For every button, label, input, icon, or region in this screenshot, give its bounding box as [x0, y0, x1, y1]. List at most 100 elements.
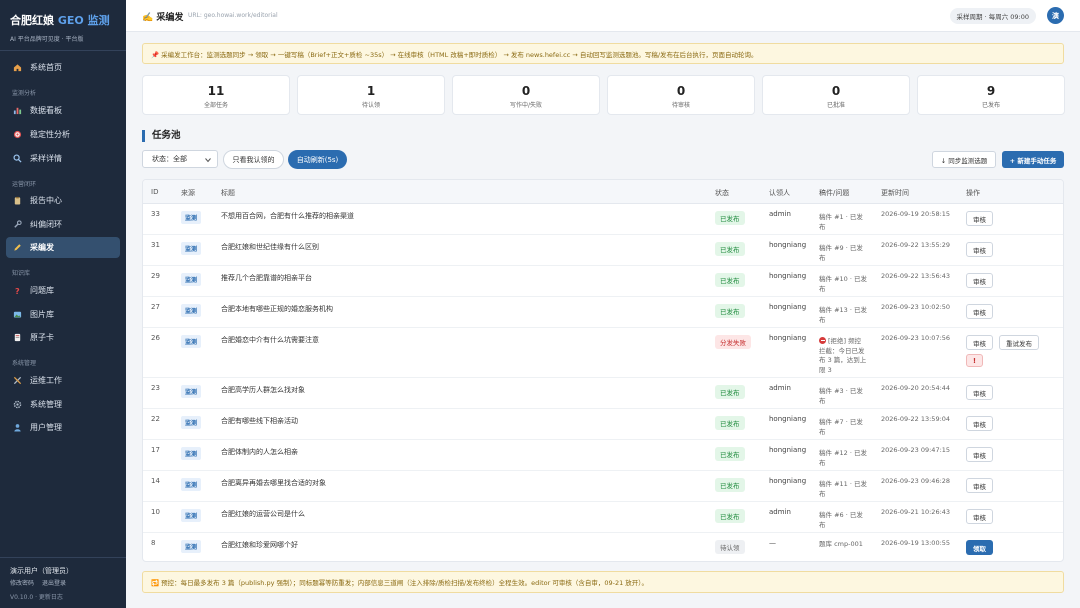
- row-draft: 稿件 #9 · 已发布: [819, 244, 863, 262]
- current-user-name: 演示用户（管理员）: [10, 567, 73, 575]
- change-password-link[interactable]: 修改密码: [10, 580, 34, 587]
- row-updated: 2026-09-22 13:55:29: [881, 241, 951, 249]
- stop-icon: [819, 336, 826, 344]
- source-badge: 监测: [181, 385, 202, 398]
- row-title[interactable]: 合肥有哪些线下相亲活动: [221, 416, 298, 426]
- row-title[interactable]: 合肥高学历人群怎么找对象: [221, 385, 305, 395]
- question-icon: ?: [13, 286, 22, 295]
- review-button[interactable]: 审核: [966, 304, 993, 319]
- row-updated: 2026-09-23 10:02:50: [881, 303, 951, 311]
- nav-section-ops: 运营闭环: [12, 181, 37, 188]
- brand-main: 合肥红娘: [10, 14, 54, 27]
- version-label[interactable]: V0.10.0 · 更新日志: [10, 592, 63, 601]
- col-status: 状态: [715, 189, 729, 197]
- source-badge: 监测: [181, 242, 202, 255]
- nav-section-monitor: 监测分析: [12, 90, 37, 97]
- row-title[interactable]: 合肥婚恋中介有什么坑需要注意: [221, 335, 319, 345]
- row-title[interactable]: 合肥红娘和世纪佳缘有什么区别: [221, 242, 319, 252]
- sidebar-item-label: 运维工作: [30, 376, 62, 385]
- auto-refresh-button[interactable]: 自动刷新(5s): [288, 150, 347, 169]
- status-badge: 已发布: [715, 509, 745, 523]
- claim-button[interactable]: 领取: [966, 540, 993, 555]
- stat-card-review: 0 待审核: [607, 75, 755, 115]
- row-title[interactable]: 合肥体制内的人怎么相亲: [221, 447, 298, 457]
- search-icon: [13, 154, 22, 163]
- col-id: ID: [151, 188, 159, 196]
- stat-value: 11: [207, 84, 225, 98]
- stat-card-total: 11 全部任务: [142, 75, 290, 115]
- source-badge: 监测: [181, 273, 202, 286]
- sidebar-item-home[interactable]: 系统首页: [6, 57, 120, 78]
- row-id: 26: [151, 334, 160, 342]
- row-title[interactable]: 不想用百合网，合肥有什么推荐的相亲渠道: [221, 211, 354, 221]
- review-button[interactable]: 审核: [966, 416, 993, 431]
- sidebar-item-editorial[interactable]: 采编发: [6, 237, 120, 258]
- sidebar-item-ops-work[interactable]: 运维工作: [6, 370, 120, 391]
- wrench-icon: [13, 220, 22, 229]
- review-button[interactable]: 审核: [966, 478, 993, 493]
- row-title[interactable]: 合肥红娘和珍爱网哪个好: [221, 540, 298, 550]
- row-draft: 稿件 #1 · 已发布: [819, 213, 863, 231]
- review-button[interactable]: 审核: [966, 509, 993, 524]
- stat-label: 已发布: [981, 102, 1000, 109]
- review-button[interactable]: 审核: [966, 385, 993, 400]
- row-title[interactable]: 合肥离异再婚去哪里找合适的对象: [221, 478, 326, 488]
- table-row: 27 监测 合肥本地有哪些正规的婚恋服务机构 已发布 hongniang 稿件 …: [143, 297, 1063, 328]
- sidebar-item-images[interactable]: 图片库: [6, 304, 120, 325]
- sidebar-item-correction[interactable]: 纠偏闭环: [6, 214, 120, 235]
- sidebar-item-system[interactable]: 系统管理: [6, 394, 120, 415]
- row-reject-reason: [拒绝] 频控拦截：今日已发布 3 篇，达到上限 3: [819, 336, 867, 375]
- sidebar-item-label: 纠偏闭环: [30, 220, 62, 229]
- new-task-button[interactable]: + 新建手动任务: [1002, 151, 1064, 168]
- sidebar-item-samples[interactable]: 采样详情: [6, 148, 120, 169]
- row-draft: 稿件 #12 · 已发布: [819, 449, 867, 467]
- stat-card-approved: 0 已批准: [762, 75, 910, 115]
- sidebar-item-users[interactable]: 用户管理: [6, 417, 120, 438]
- sidebar-item-reports[interactable]: 报告中心: [6, 190, 120, 211]
- row-id: 29: [151, 272, 160, 280]
- stat-value: 0: [521, 84, 531, 98]
- row-updated: 2026-09-23 09:47:15: [881, 446, 951, 454]
- row-draft: 稿件 #3 · 已发布: [819, 387, 863, 405]
- row-claimer: admin: [769, 210, 791, 218]
- review-button[interactable]: 审核: [966, 242, 993, 257]
- review-button[interactable]: 审核: [966, 335, 993, 350]
- row-id: 27: [151, 303, 160, 311]
- col-actions: 操作: [966, 189, 980, 197]
- row-draft: 稿件 #11 · 已发布: [819, 480, 867, 498]
- avatar[interactable]: 演: [1047, 7, 1064, 24]
- reject-reason-text: [拒绝] 频控拦截：今日已发布 3 篇，达到上限 3: [819, 337, 867, 374]
- target-icon: [13, 130, 22, 139]
- source-badge: 监测: [181, 509, 202, 522]
- row-title[interactable]: 合肥本地有哪些正规的婚恋服务机构: [221, 304, 333, 314]
- status-badge: 已发布: [715, 304, 745, 318]
- brand-logo[interactable]: 合肥红娘 GEO 监测: [10, 12, 110, 28]
- review-button[interactable]: 审核: [966, 273, 993, 288]
- table-row: 8 监测 合肥红娘和珍爱网哪个好 待认领 — 题库 cmp-001 2026-0…: [143, 533, 1063, 561]
- section-title: 任务池: [142, 130, 181, 142]
- sidebar-item-atom-cards[interactable]: 原子卡: [6, 327, 120, 348]
- only-mine-button[interactable]: 只看我认领的: [223, 150, 284, 169]
- logout-link[interactable]: 退出登录: [42, 580, 66, 587]
- sidebar-item-questions[interactable]: ? 问题库: [6, 280, 120, 301]
- retry-publish-button[interactable]: 重试发布: [999, 335, 1039, 350]
- sidebar-item-dashboard[interactable]: 数据看板: [6, 100, 120, 121]
- row-updated: 2026-09-21 10:26:43: [881, 508, 951, 516]
- status-badge: 分发失败: [715, 335, 751, 349]
- table-row: 26 监测 合肥婚恋中介有什么坑需要注意 分发失败 hongniang [拒绝]…: [143, 328, 1063, 378]
- review-button[interactable]: 审核: [966, 447, 993, 462]
- sidebar: 合肥红娘 GEO 监测 AI 平台品牌可见度 · 平台版 系统首页 监测分析 数…: [0, 0, 126, 608]
- row-claimer: hongniang: [769, 415, 807, 423]
- clipboard-icon: [13, 196, 22, 205]
- row-title[interactable]: 推荐几个合肥靠谱的相亲平台: [221, 273, 312, 283]
- sidebar-divider: [0, 50, 126, 51]
- warning-button[interactable]: !: [966, 354, 983, 367]
- status-filter-select[interactable]: 状态：全部: [142, 150, 218, 168]
- stat-card-published: 9 已发布: [917, 75, 1065, 115]
- row-title[interactable]: 合肥红娘的运营公司是什么: [221, 509, 305, 519]
- sidebar-item-stability[interactable]: 稳定性分析: [6, 124, 120, 145]
- table-row: 14 监测 合肥离异再婚去哪里找合适的对象 已发布 hongniang 稿件 #…: [143, 471, 1063, 502]
- row-id: 23: [151, 384, 160, 392]
- sync-topics-button[interactable]: ↓ 同步监测选题: [932, 151, 996, 168]
- review-button[interactable]: 审核: [966, 211, 993, 226]
